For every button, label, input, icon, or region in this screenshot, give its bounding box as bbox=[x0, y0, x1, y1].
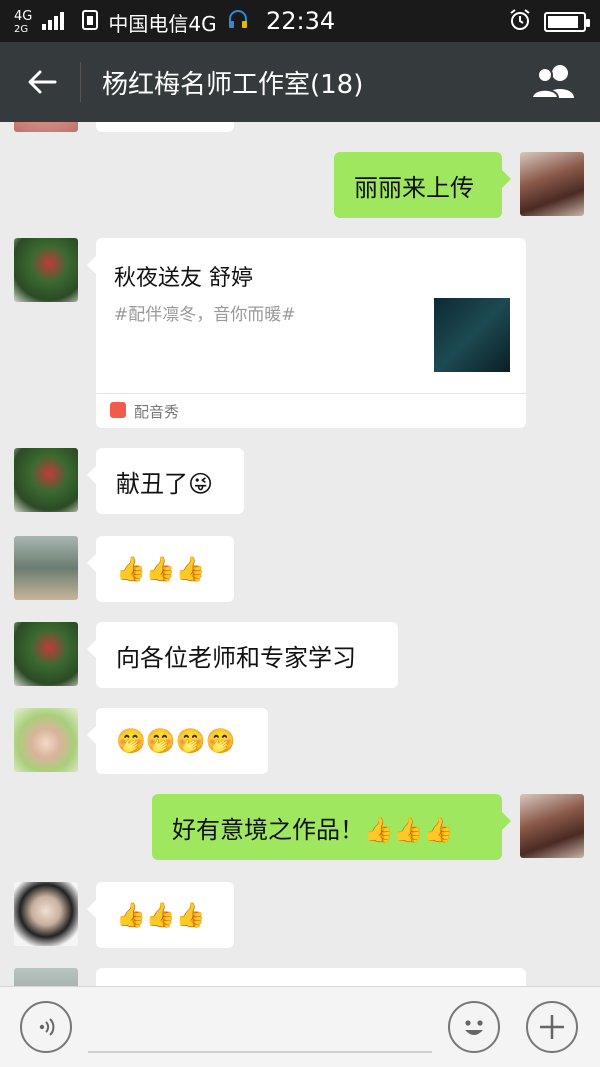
chat-header: 杨红梅名师工作室(18) bbox=[0, 42, 600, 122]
message-bubble-partial bbox=[96, 968, 526, 986]
back-button[interactable] bbox=[22, 62, 62, 102]
message-text: 👍👍👍 bbox=[116, 901, 206, 929]
net-top-label: 4G bbox=[14, 8, 33, 24]
status-bar: 4G 2G 中国电信4G 22:34 bbox=[0, 0, 600, 42]
my-avatar[interactable] bbox=[520, 794, 584, 858]
emoji-icon bbox=[465, 1020, 483, 1035]
message-bubble[interactable]: 献丑了😜 bbox=[87, 448, 244, 514]
link-card-thumbnail bbox=[434, 298, 510, 372]
input-bar bbox=[0, 986, 600, 1067]
avatar[interactable] bbox=[14, 448, 78, 512]
message-text: 🤭🤭🤭🤭 bbox=[116, 727, 236, 755]
my-avatar[interactable] bbox=[520, 152, 584, 216]
network-type-icon: 4G 2G bbox=[14, 10, 32, 36]
carrier-label: 中国电信4G bbox=[108, 12, 217, 36]
message-bubble-self[interactable]: 好有意境之作品！👍👍👍 bbox=[152, 794, 511, 860]
message-text: 👍👍👍 bbox=[116, 555, 206, 583]
clock-time: 22:34 bbox=[266, 7, 336, 35]
alarm-icon bbox=[508, 8, 532, 36]
sim-icon bbox=[82, 10, 99, 35]
message-text: 向各位老师和专家学习 bbox=[116, 643, 356, 672]
group-members-button[interactable] bbox=[530, 62, 578, 104]
battery-icon bbox=[544, 12, 590, 32]
chat-title: 杨红梅名师工作室(18) bbox=[102, 70, 364, 100]
link-card-title: 秋夜送友 舒婷 bbox=[114, 266, 253, 291]
message-text: 献丑了😜 bbox=[116, 469, 214, 498]
avatar[interactable] bbox=[14, 708, 78, 772]
app-source-icon bbox=[110, 402, 126, 418]
net-bottom-label: 2G bbox=[14, 23, 29, 35]
avatar[interactable] bbox=[14, 238, 78, 302]
emoji-button[interactable] bbox=[448, 1001, 500, 1053]
message-bubble[interactable]: 🤭🤭🤭🤭 bbox=[87, 708, 268, 774]
avatar[interactable] bbox=[14, 882, 78, 946]
avatar[interactable] bbox=[14, 968, 78, 986]
group-members-icon bbox=[530, 65, 574, 99]
message-bubble[interactable]: 向各位老师和专家学习 bbox=[87, 622, 398, 688]
message-bubble[interactable]: 👍👍👍 bbox=[87, 536, 234, 602]
link-card[interactable]: 秋夜送友 舒婷 #配伴凛冬，音你而暖# 配音秀 bbox=[87, 238, 526, 428]
add-button[interactable] bbox=[526, 1001, 578, 1053]
message-bubble[interactable]: 👍👍👍 bbox=[87, 882, 234, 948]
message-text: 好有意境之作品！👍👍👍 bbox=[172, 815, 454, 844]
link-card-source: 配音秀 bbox=[134, 403, 180, 421]
headset-icon bbox=[227, 9, 249, 36]
chat-message-list[interactable]: 丽丽来上传 秋夜送友 舒婷 #配伴凛冬，音你而暖# 配音秀 献丑了😜 👍👍👍 向… bbox=[0, 122, 600, 986]
message-text: 丽丽来上传 bbox=[354, 173, 474, 202]
header-divider bbox=[80, 62, 81, 102]
message-bubble-partial bbox=[96, 122, 234, 132]
voice-input-icon bbox=[39, 1018, 55, 1036]
message-input[interactable] bbox=[88, 1051, 432, 1053]
back-arrow-icon bbox=[28, 70, 57, 94]
avatar[interactable] bbox=[14, 536, 78, 600]
link-card-footer: 配音秀 bbox=[96, 393, 526, 428]
avatar[interactable] bbox=[14, 122, 78, 132]
message-bubble-self[interactable]: 丽丽来上传 bbox=[334, 152, 511, 218]
add-icon bbox=[540, 1015, 564, 1039]
voice-input-button[interactable] bbox=[20, 1001, 72, 1053]
avatar[interactable] bbox=[14, 622, 78, 686]
link-card-description: #配伴凛冬，音你而暖# bbox=[114, 305, 296, 325]
signal-icon bbox=[42, 10, 72, 35]
